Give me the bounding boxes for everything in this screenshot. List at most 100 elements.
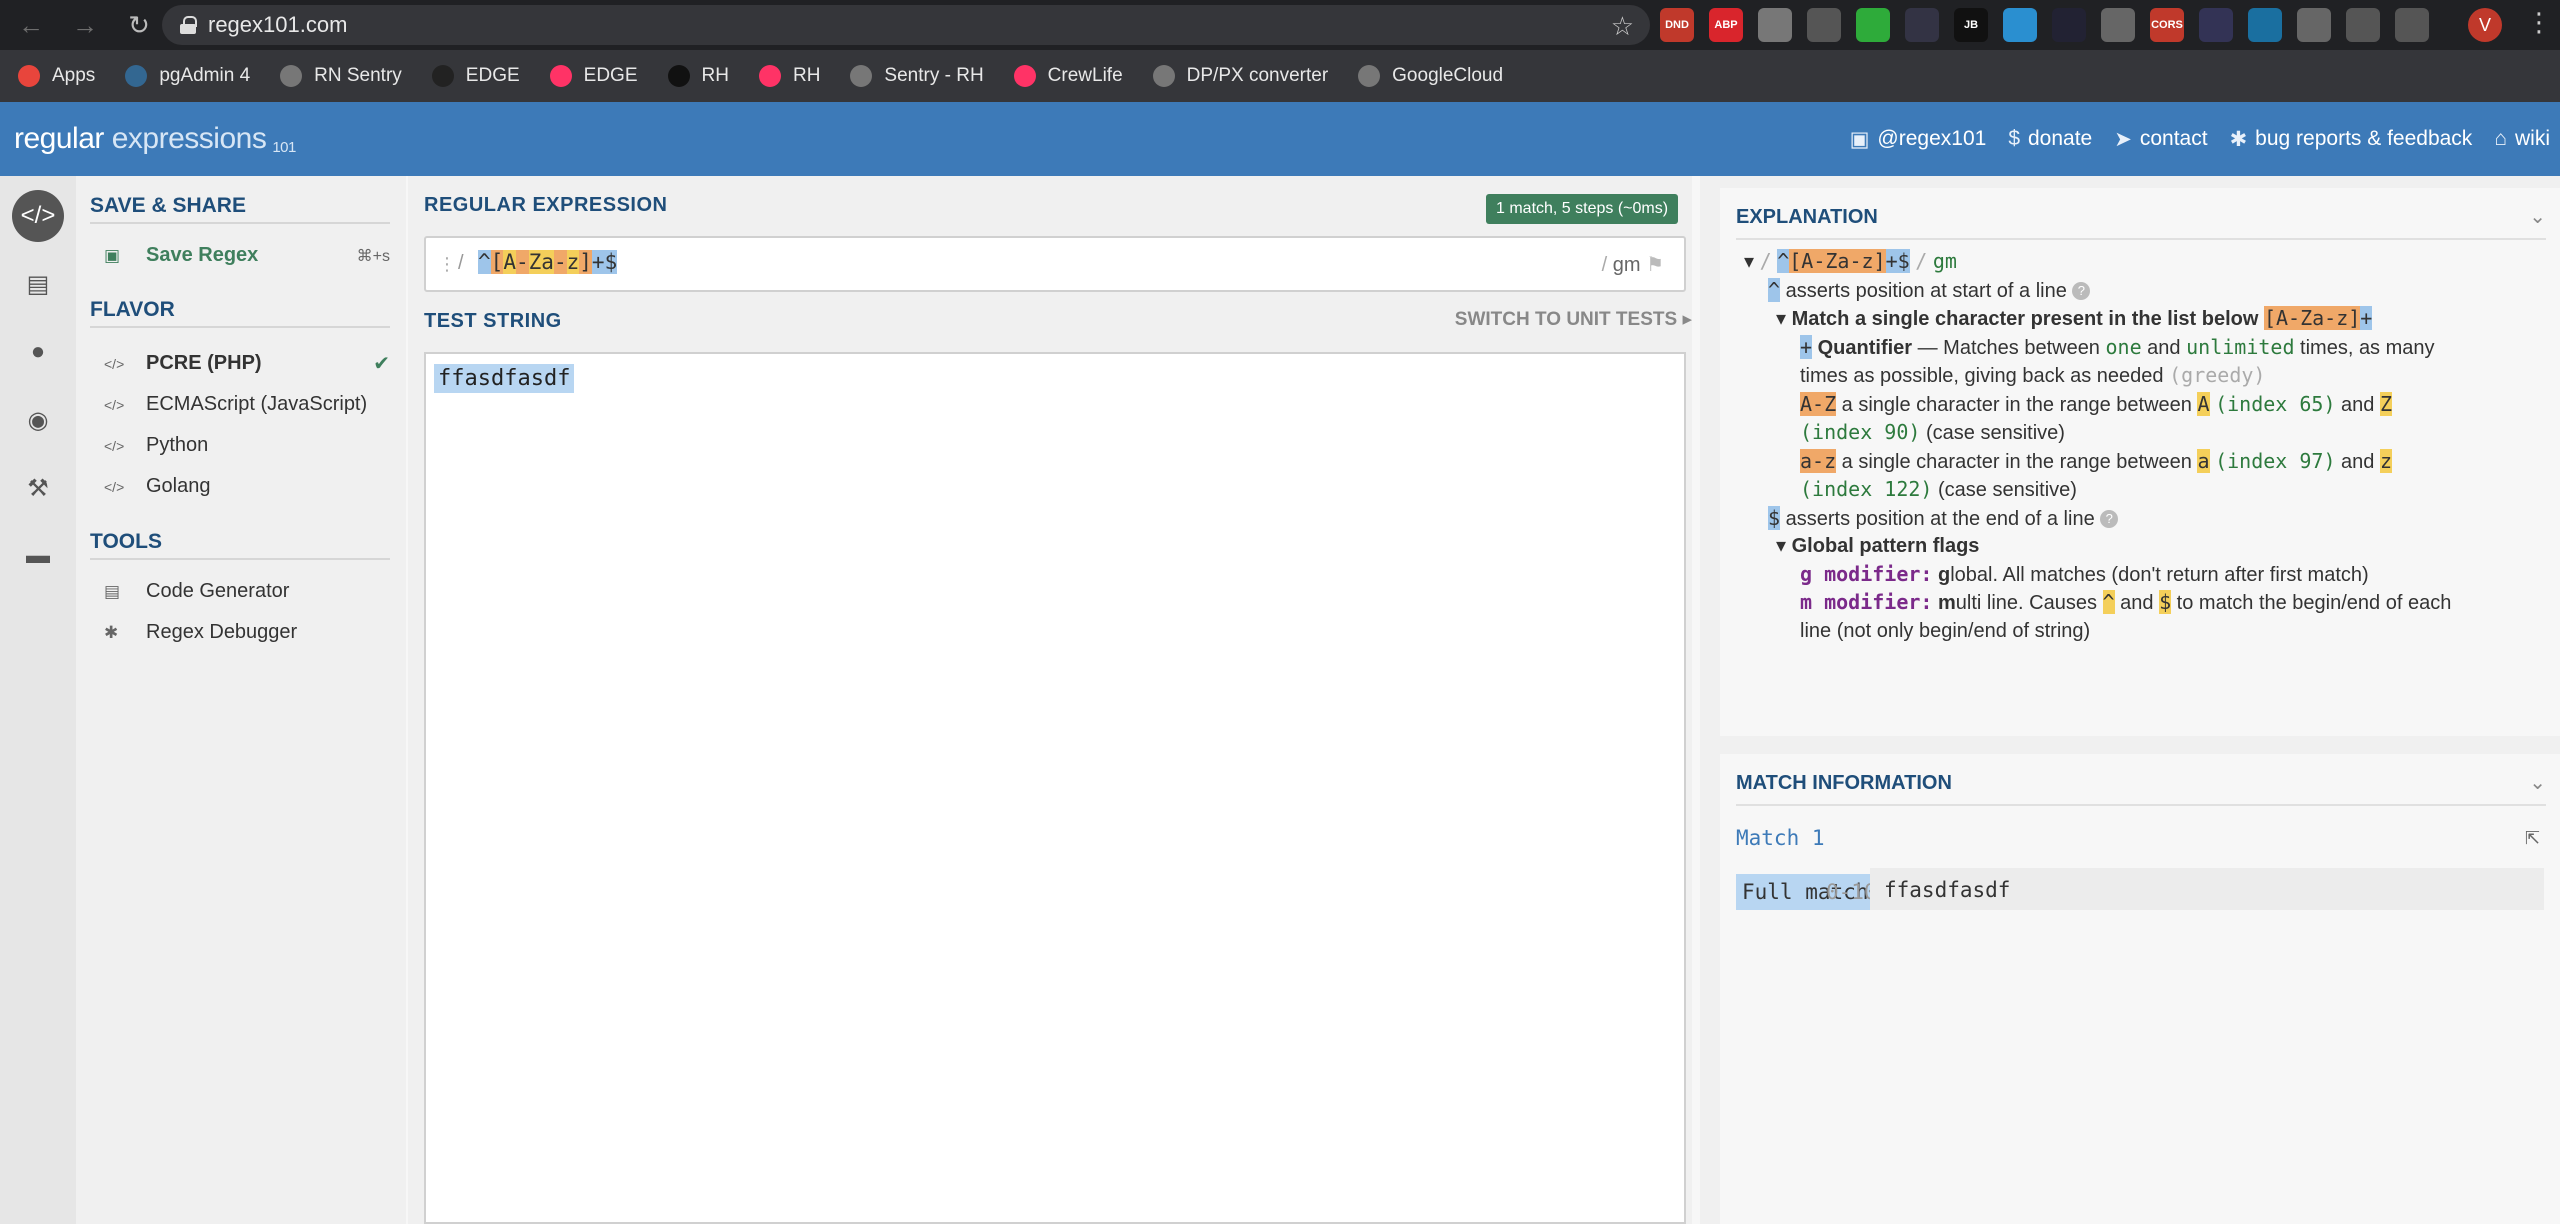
save-shortcut: ⌘+s	[356, 247, 390, 265]
bookmark-item[interactable]: EDGE	[431, 65, 520, 87]
code-editor-icon[interactable]: </>	[12, 190, 64, 242]
flavor-item[interactable]: </> Golang	[104, 475, 400, 498]
flavor-item[interactable]: </> Python	[104, 434, 400, 457]
abp-extension-icon[interactable]: ABP	[1709, 8, 1743, 42]
bookmark-item[interactable]: GoogleCloud	[1358, 65, 1503, 87]
cors-extension-icon[interactable]: CORS	[2150, 8, 2184, 42]
profile-avatar[interactable]: V	[2468, 8, 2502, 42]
bookmark-item[interactable]: Sentry - RH	[850, 65, 984, 87]
test-string-input[interactable]: ffasdfasdf	[424, 352, 1686, 1224]
apps-grid-icon	[18, 65, 40, 87]
c-extension-icon[interactable]	[2395, 8, 2429, 42]
dark-extension-icon[interactable]	[2052, 8, 2086, 42]
flavor-title: FLAVOR	[90, 298, 175, 321]
help-icon[interactable]: ?	[2100, 510, 2119, 529]
tools-title: TOOLS	[90, 530, 162, 553]
header-link-contact[interactable]: ➤ contact	[2114, 127, 2207, 152]
header-link-wiki[interactable]: ⌂ wiki	[2494, 127, 2550, 151]
match-1-label: Match 1	[1736, 826, 1825, 850]
bookmark-item[interactable]: RH	[758, 65, 820, 87]
editor-area: REGULAR EXPRESSION 1 match, 5 steps (~0m…	[408, 176, 1692, 1224]
bookmark-item[interactable]: EDGE	[549, 65, 638, 87]
screen-extension-icon[interactable]	[1905, 8, 1939, 42]
address-bar[interactable]: regex101.com ☆	[162, 5, 1650, 45]
regex-flags[interactable]: / gm ⚑	[1602, 252, 1664, 277]
explanation-body: ▾ / ^[A-Za-z]+$ / gm ^ asserts position …	[1744, 248, 2544, 645]
gamepad-icon[interactable]: ◉	[12, 394, 64, 446]
bookmark-item[interactable]: DP/PX converter	[1152, 65, 1328, 87]
explanation-panel: EXPLANATION ⌄ ▾ / ^[A-Za-z]+$ / gm ^ ass…	[1720, 188, 2560, 736]
bookmark-item[interactable]: RH	[667, 65, 729, 87]
save-regex-button[interactable]: ▣ Save Regex ⌘+s	[104, 244, 400, 267]
explanation-title: EXPLANATION	[1736, 206, 1878, 228]
chevron-down-icon[interactable]: ⌄	[2529, 770, 2546, 795]
url-text: regex101.com	[208, 12, 348, 37]
divider	[90, 326, 390, 328]
library-book-icon[interactable]: ▤	[12, 258, 64, 310]
share-icon[interactable]: ⇱	[2525, 828, 2540, 849]
site-logo[interactable]: regular expressions 101	[14, 122, 296, 156]
back-arrow-icon[interactable]: ←	[14, 8, 48, 42]
chevron-down-icon[interactable]: ⌄	[2529, 204, 2546, 229]
react-extension-icon[interactable]	[2248, 8, 2282, 42]
drag-handle-icon[interactable]: ⋮	[438, 254, 456, 275]
camera-extension-icon[interactable]	[2101, 8, 2135, 42]
wrench-icon[interactable]: ⚒	[12, 462, 64, 514]
bookmark-label: RH	[701, 65, 729, 86]
reload-icon[interactable]: ↻	[122, 8, 156, 42]
regex-input[interactable]: ⋮ / ^[A-Za-z]+$ / gm ⚑	[424, 236, 1686, 292]
regex-debugger-item[interactable]: ✱ Regex Debugger	[104, 621, 297, 644]
chat-icon[interactable]: ▬	[12, 530, 64, 582]
code-generator-label: Code Generator	[146, 580, 290, 602]
user-icon[interactable]: ●	[12, 326, 64, 378]
bookmarks-bar: Apps pgAdmin 4 RN Sentry EDGE EDGE RH RH Sentry…	[0, 50, 2560, 102]
code-generator-item[interactable]: ▤ Code Generator	[104, 580, 289, 603]
flag-icon[interactable]: ⚑	[1646, 254, 1664, 276]
paper-plane-icon: ➤	[2114, 127, 2132, 151]
regex-title: REGULAR EXPRESSION	[424, 194, 668, 216]
regex-delimiter: /	[458, 252, 464, 274]
more-menu-icon[interactable]: ⋮	[2526, 9, 2552, 35]
extensions-bar: DND ABP JB CORS	[1660, 8, 2444, 42]
dnd-extension-icon[interactable]: DND	[1660, 8, 1694, 42]
header-link-label: contact	[2139, 127, 2208, 150]
jb-extension-icon[interactable]: JB	[1954, 8, 1988, 42]
link-extension-icon[interactable]	[1807, 8, 1841, 42]
green-extension-icon[interactable]	[1856, 8, 1890, 42]
globe-icon	[850, 65, 873, 87]
twitter-icon: ▣	[1849, 127, 1870, 151]
globe-extension-icon[interactable]	[2297, 8, 2331, 42]
bookmark-item[interactable]: Apps	[18, 65, 95, 87]
forward-arrow-icon[interactable]: →	[68, 8, 102, 42]
regex-text[interactable]: ^[A-Za-z]+$	[478, 250, 618, 274]
bookmark-item[interactable]: pgAdmin 4	[125, 65, 250, 87]
tool-extension-icon[interactable]	[2199, 8, 2233, 42]
save-regex-label: Save Regex	[146, 244, 259, 266]
bookmark-item[interactable]: RN Sentry	[280, 65, 402, 87]
bookmark-star-icon[interactable]: ☆	[1611, 11, 1634, 42]
code-icon: </>	[104, 355, 125, 372]
bookmark-label: RN Sentry	[314, 65, 402, 86]
switch-to-unit-tests-button[interactable]: SWITCH TO UNIT TESTS ▸	[1455, 308, 1692, 331]
header-link-bug-reports-feedback[interactable]: ✱ bug reports & feedback	[2230, 127, 2473, 152]
app-header: regular expressions 101 ▣ @regex101 $ donate…	[0, 102, 2560, 176]
invision-icon	[549, 65, 572, 87]
globe-icon	[1152, 65, 1175, 87]
save-share-title: SAVE & SHARE	[90, 194, 246, 217]
bug-icon: ✱	[104, 622, 119, 642]
invision-icon	[758, 65, 781, 87]
header-link-regex101[interactable]: ▣ @regex101	[1850, 127, 1987, 152]
globe-icon	[280, 65, 303, 87]
divider	[90, 558, 390, 560]
color-picker-extension-icon[interactable]	[1758, 8, 1792, 42]
wrench-extension-icon[interactable]	[2346, 8, 2380, 42]
invision-icon	[1013, 65, 1036, 87]
expl-root[interactable]: ▾ / ^[A-Za-z]+$ / gm	[1744, 248, 2544, 277]
flavor-item[interactable]: </> ECMAScript (JavaScript)	[104, 393, 400, 416]
flavor-item[interactable]: </> PCRE (PHP) ✔	[104, 352, 400, 375]
header-link-donate[interactable]: $ donate	[2008, 127, 2092, 151]
network-extension-icon[interactable]	[2003, 8, 2037, 42]
dollar-icon: $	[2008, 127, 2020, 150]
help-icon[interactable]: ?	[2072, 282, 2091, 301]
bookmark-item[interactable]: CrewLife	[1013, 65, 1123, 87]
